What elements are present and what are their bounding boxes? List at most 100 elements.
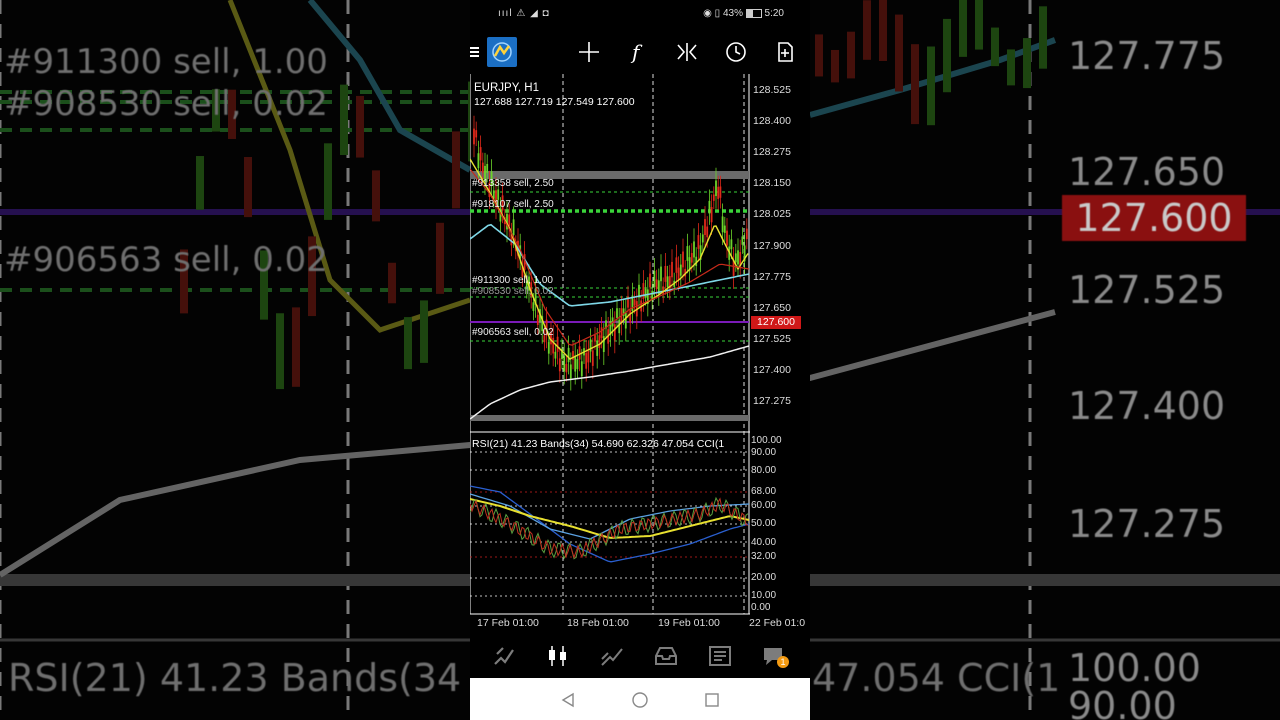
price-tick-label: 127.900 bbox=[753, 239, 791, 252]
candle-body bbox=[576, 359, 579, 370]
nav-history[interactable] bbox=[639, 634, 693, 678]
gray-band bbox=[470, 415, 749, 421]
nav-messages[interactable]: 1 bbox=[747, 634, 801, 678]
app-logo-button[interactable] bbox=[482, 30, 522, 74]
ma-red bbox=[470, 168, 750, 346]
candle-body bbox=[682, 251, 684, 268]
price-tick-label: 128.025 bbox=[753, 208, 791, 221]
indicator-tick-label: 10.00 bbox=[751, 590, 777, 601]
candle-body bbox=[580, 361, 583, 377]
objects-button[interactable] bbox=[667, 30, 707, 74]
recents-button[interactable] bbox=[702, 690, 722, 710]
price-tick-label: 128.150 bbox=[753, 177, 791, 190]
candle-body bbox=[653, 270, 656, 287]
candle-body bbox=[602, 336, 605, 353]
date-label: 22 Feb 01:0 bbox=[749, 617, 806, 629]
bg-indicator-tick: 90.00 bbox=[1068, 684, 1177, 720]
bottom-navigation: 1 bbox=[470, 634, 810, 678]
candle-body bbox=[486, 163, 489, 173]
candle-body bbox=[710, 206, 713, 223]
candle-body bbox=[715, 180, 717, 197]
candle-body bbox=[660, 266, 662, 282]
price-chart[interactable]: EURJPY, H1 127.688 127.719 127.549 127.6… bbox=[470, 74, 810, 634]
hamburger-icon bbox=[470, 47, 479, 57]
candle-body bbox=[475, 130, 478, 138]
new-order-icon bbox=[778, 42, 793, 62]
order-label[interactable]: #911300 sell, 1.00 bbox=[472, 275, 553, 286]
order-label[interactable]: #906563 sell, 0.02 bbox=[472, 327, 554, 338]
candle-body bbox=[726, 230, 728, 246]
candle-body bbox=[671, 261, 673, 278]
order-label[interactable]: #918107 sell, 2.50 bbox=[472, 199, 554, 210]
crosshair-button[interactable] bbox=[569, 30, 609, 74]
candle-body bbox=[741, 236, 744, 245]
nav-chart[interactable] bbox=[531, 634, 585, 678]
candle-body bbox=[574, 355, 577, 372]
price-tick-label: 127.650 bbox=[753, 301, 791, 314]
candle-body bbox=[567, 347, 570, 363]
candle-body bbox=[598, 335, 601, 348]
price-tick-label: 127.525 bbox=[753, 332, 791, 345]
candle-body bbox=[697, 235, 700, 249]
nav-trade[interactable] bbox=[585, 634, 639, 678]
inbox-icon bbox=[655, 647, 677, 665]
news-icon bbox=[709, 646, 731, 666]
vibrate-icon: ▯ bbox=[714, 8, 721, 19]
bg-indicator-header: 47.054 CCI(1 bbox=[812, 656, 1061, 700]
candle-body bbox=[686, 246, 689, 261]
indicator-header: RSI(21) 41.23 Bands(34) 54.690 62.326 47… bbox=[472, 438, 725, 450]
chat-badge: 1 bbox=[777, 656, 789, 668]
status-icons: ıııl ⚠ ◢ ◘ bbox=[498, 8, 550, 19]
candle-body bbox=[596, 340, 599, 356]
home-button[interactable] bbox=[630, 690, 650, 710]
bg-price-label: 127.775 bbox=[1068, 34, 1226, 78]
status-right: ◉ ▯ 43% 5:20 bbox=[703, 8, 784, 19]
ohlc-values: 127.688 127.719 127.549 127.600 bbox=[474, 96, 635, 108]
bg-current-price: 127.600 bbox=[1062, 195, 1246, 241]
timeframe-button[interactable] bbox=[716, 30, 756, 74]
bg-order-label: #906563 sell, 0.02 bbox=[4, 240, 328, 280]
indicator-tick-label: 60.00 bbox=[751, 500, 777, 511]
battery-icon bbox=[745, 8, 762, 18]
candle-body bbox=[554, 351, 557, 359]
order-label[interactable]: #908530 sell, 0.02 bbox=[472, 286, 554, 297]
nav-quotes[interactable] bbox=[477, 634, 531, 678]
phone-screen: ıııl ⚠ ◢ ◘ ◉ ▯ 43% 5:20 f EURJPY, H1 127… bbox=[470, 0, 810, 720]
nav-news[interactable] bbox=[693, 634, 747, 678]
battery-percent: 43% bbox=[722, 8, 743, 19]
price-tick-label: 128.525 bbox=[753, 84, 791, 96]
candle-body bbox=[547, 342, 550, 354]
objects-icon bbox=[677, 43, 697, 61]
candle-body bbox=[690, 253, 693, 263]
candle-body bbox=[477, 153, 480, 169]
ma-white bbox=[470, 345, 750, 420]
candle-body bbox=[473, 128, 475, 145]
candle-body bbox=[649, 273, 651, 288]
candle-body bbox=[719, 186, 722, 198]
back-button[interactable] bbox=[558, 690, 578, 710]
candle-body bbox=[552, 337, 555, 354]
candle-body bbox=[578, 346, 581, 360]
price-tick-label: 127.400 bbox=[753, 363, 791, 376]
recents-square-icon bbox=[705, 693, 719, 707]
candle-body bbox=[734, 253, 737, 263]
order-label[interactable]: #913358 sell, 2.50 bbox=[472, 178, 554, 189]
function-icon: f bbox=[630, 41, 643, 63]
new-order-button[interactable] bbox=[765, 30, 805, 74]
status-bar: ıııl ⚠ ◢ ◘ ◉ ▯ 43% 5:20 bbox=[470, 0, 810, 28]
candle-body bbox=[642, 283, 645, 299]
date-label: 19 Feb 01:00 bbox=[658, 617, 720, 629]
indicator-tick-label: 32.00 bbox=[751, 551, 777, 562]
candle-body bbox=[704, 219, 706, 235]
candle-body bbox=[675, 257, 678, 273]
candle-body bbox=[629, 310, 632, 323]
quotes-icon bbox=[494, 647, 514, 665]
indicator-tick-label: 68.00 bbox=[751, 486, 777, 497]
candle-body bbox=[558, 358, 561, 372]
candle-body bbox=[624, 312, 627, 329]
candle-body bbox=[512, 219, 515, 236]
indicators-button[interactable]: f bbox=[618, 30, 658, 74]
eye-icon: ◉ bbox=[703, 8, 712, 19]
trade-icon bbox=[601, 648, 623, 666]
candle-body bbox=[706, 226, 709, 238]
